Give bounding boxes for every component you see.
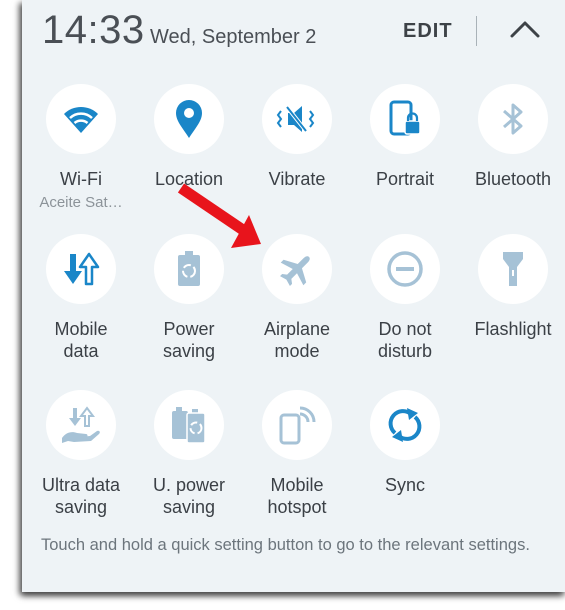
collapse-panel-button[interactable] xyxy=(507,14,543,44)
tile-ultra-data-saving[interactable]: Ultra data saving xyxy=(27,390,135,518)
vibrate-toggle[interactable] xyxy=(262,84,332,154)
flashlight-icon xyxy=(503,252,523,286)
tile-ultra-power-saving[interactable]: U. power saving xyxy=(135,390,243,518)
wifi-toggle[interactable] xyxy=(46,84,116,154)
power-saving-toggle[interactable] xyxy=(154,234,224,304)
mobile-hotspot-icon xyxy=(279,406,316,445)
tile-label: U. power saving xyxy=(152,475,226,517)
bluetooth-icon xyxy=(503,103,523,135)
bluetooth-toggle[interactable] xyxy=(478,84,548,154)
airplane-mode-toggle[interactable] xyxy=(262,234,332,304)
ultra-power-saving-toggle[interactable] xyxy=(154,390,224,460)
ultra-data-saving-icon xyxy=(62,406,100,443)
tile-label: Location xyxy=(154,169,224,189)
tile-label: Do not disturb xyxy=(377,319,433,361)
tile-do-not-disturb[interactable]: Do not disturb xyxy=(351,234,459,362)
ultra-power-saving-icon xyxy=(172,407,206,444)
tile-portrait[interactable]: Portrait xyxy=(351,84,459,190)
hint-text: Touch and hold a quick setting button to… xyxy=(41,536,530,554)
sync-toggle[interactable] xyxy=(370,390,440,460)
do-not-disturb-icon xyxy=(387,251,423,287)
mobile-hotspot-toggle[interactable] xyxy=(262,390,332,460)
tile-label: Mobile data xyxy=(54,319,108,361)
sync-icon xyxy=(388,408,422,442)
chevron-up-icon xyxy=(510,21,540,38)
tile-label: Portrait xyxy=(375,169,435,189)
clock-date: Wed, September 2 xyxy=(150,26,317,48)
tile-location[interactable]: Location xyxy=(135,84,243,190)
portrait-lock-icon xyxy=(389,100,421,136)
tile-mobile-data[interactable]: Mobile data xyxy=(27,234,135,362)
power-saving-icon xyxy=(178,251,200,286)
tile-label: Power saving xyxy=(162,319,216,361)
edit-button[interactable]: EDIT xyxy=(403,20,453,43)
clock-time: 14:33 xyxy=(42,8,145,52)
ultra-data-saving-toggle[interactable] xyxy=(46,390,116,460)
tile-airplane-mode[interactable]: Airplane mode xyxy=(243,234,351,362)
mobile-data-icon xyxy=(64,252,100,286)
mobile-data-toggle[interactable] xyxy=(46,234,116,304)
tile-mobile-hotspot[interactable]: Mobile hotspot xyxy=(243,390,351,518)
tile-label: Mobile hotspot xyxy=(267,475,327,517)
quick-settings-panel: 14:33 Wed, September 2 EDIT Wi-Fi Aceite… xyxy=(22,0,565,592)
tile-label: Flashlight xyxy=(474,319,552,339)
do-not-disturb-toggle[interactable] xyxy=(370,234,440,304)
tile-label: Airplane mode xyxy=(263,319,331,361)
tile-vibrate[interactable]: Vibrate xyxy=(243,84,351,190)
tile-power-saving[interactable]: Power saving xyxy=(135,234,243,362)
tile-label: Wi-Fi xyxy=(60,169,102,189)
tile-wifi[interactable]: Wi-Fi Aceite Sat… xyxy=(27,84,135,211)
portrait-toggle[interactable] xyxy=(370,84,440,154)
wifi-icon xyxy=(64,106,98,133)
tile-label: Ultra data saving xyxy=(41,475,121,517)
header-divider xyxy=(476,16,477,46)
tile-label: Bluetooth xyxy=(474,169,552,189)
tile-sync[interactable]: Sync xyxy=(351,390,459,496)
location-pin-icon xyxy=(176,100,202,138)
panel-header: 14:33 Wed, September 2 EDIT xyxy=(22,0,565,70)
location-toggle[interactable] xyxy=(154,84,224,154)
tile-label: Vibrate xyxy=(268,169,326,189)
airplane-icon xyxy=(280,256,310,286)
wifi-network-name: Aceite Sat… xyxy=(39,194,123,211)
tile-label: Sync xyxy=(384,475,426,495)
flashlight-toggle[interactable] xyxy=(478,234,548,304)
tile-flashlight[interactable]: Flashlight xyxy=(459,234,565,340)
tile-bluetooth[interactable]: Bluetooth xyxy=(459,84,565,190)
vibrate-icon xyxy=(276,105,315,133)
